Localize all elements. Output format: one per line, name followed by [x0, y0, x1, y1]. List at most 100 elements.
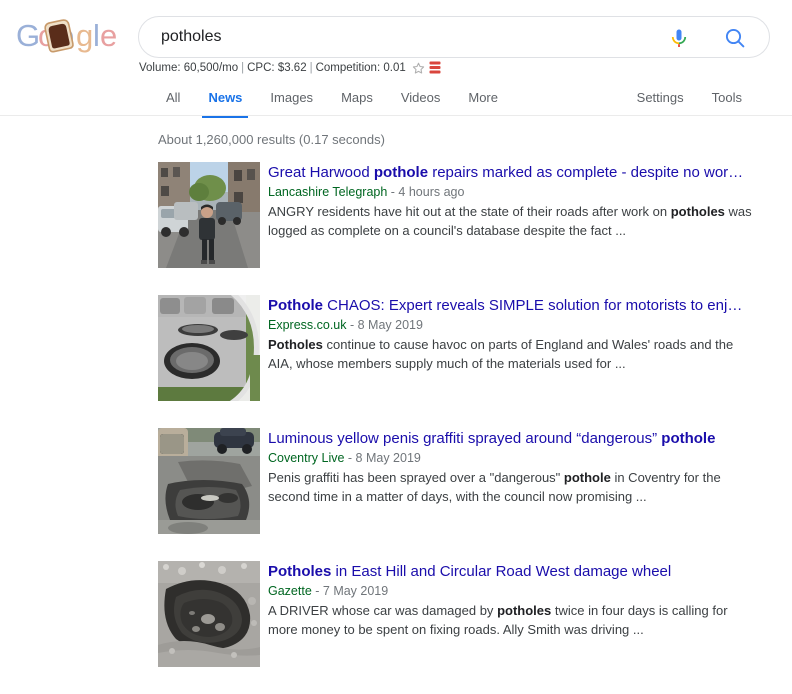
news-result-meta: Coventry Live - 8 May 2019 [268, 450, 752, 467]
news-result-meta: Express.co.uk - 8 May 2019 [268, 317, 752, 334]
volume-value: 60,500/mo [184, 61, 238, 75]
svg-text:G: G [16, 18, 40, 53]
result-stats: About 1,260,000 results (0.17 seconds) [158, 132, 385, 147]
snippet-part-pre: ANGRY residents have hit out at the stat… [268, 204, 671, 219]
thumbnail-street-with-person[interactable] [158, 162, 260, 268]
search-nav-tabs: All News Images Maps Videos More Setting… [0, 82, 792, 116]
search-input[interactable] [161, 17, 651, 57]
snippet-part-bold: pothole [564, 470, 611, 485]
snippet-part-bold: potholes [671, 204, 725, 219]
cpc-label: CPC: [247, 61, 274, 75]
news-result-item: Pothole CHAOS: Expert reveals SIMPLE sol… [0, 295, 792, 401]
title-part-post: CHAOS: Expert reveals SIMPLE solution fo… [323, 297, 742, 314]
thumbnail-potholed-road-lens[interactable] [158, 295, 260, 401]
tab-images[interactable]: Images [256, 82, 327, 114]
thumbnail-image-4 [158, 561, 260, 667]
tab-news-label: News [208, 90, 242, 105]
news-result-date-sep: - [387, 185, 398, 199]
volume-label: Volume: [139, 61, 181, 75]
tab-maps-label: Maps [341, 90, 373, 105]
news-results-list: Great Harwood pothole repairs marked as … [0, 162, 792, 694]
news-result-snippet: ANGRY residents have hit out at the stat… [268, 202, 752, 240]
header-divider [0, 115, 792, 116]
news-result-snippet: A DRIVER whose car was damaged by pothol… [268, 601, 752, 639]
snippet-part-post: continue to cause havoc on parts of Engl… [268, 337, 733, 371]
tools-label: Tools [712, 90, 742, 105]
tab-all[interactable]: All [152, 82, 194, 114]
thumbnail-image-1 [158, 162, 260, 268]
tab-videos-label: Videos [401, 90, 441, 105]
title-part-bold: pothole [661, 430, 715, 447]
news-result-text: Potholes in East Hill and Circular Road … [268, 561, 752, 667]
svg-text:e: e [100, 18, 117, 53]
title-part-pre: Luminous yellow penis graffiti sprayed a… [268, 430, 661, 447]
tab-images-label: Images [270, 90, 313, 105]
title-part-pre: Great Harwood [268, 164, 374, 181]
news-result-item: Luminous yellow penis graffiti sprayed a… [0, 428, 792, 534]
search-header: G o o g l e [0, 0, 792, 116]
news-result-date: 7 May 2019 [323, 584, 388, 598]
news-result-text: Luminous yellow penis graffiti sprayed a… [268, 428, 752, 534]
settings-button[interactable]: Settings [623, 82, 698, 114]
news-result-title[interactable]: Potholes in East Hill and Circular Road … [268, 562, 752, 582]
snippet-part-bold: Potholes [268, 337, 323, 352]
news-result-snippet: Penis graffiti has been sprayed over a "… [268, 468, 752, 506]
search-icon[interactable] [723, 26, 747, 50]
tab-more[interactable]: More [454, 82, 512, 114]
tab-maps[interactable]: Maps [327, 82, 387, 114]
bread-slice-doodle [44, 19, 74, 52]
cpc-value: $3.62 [278, 61, 307, 75]
thumbnail-large-pothole-closeup[interactable] [158, 561, 260, 667]
tools-button[interactable]: Tools [698, 82, 756, 114]
news-result-source: Express.co.uk [268, 318, 347, 332]
news-result-source: Coventry Live [268, 451, 344, 465]
database-stack-icon[interactable] [429, 61, 441, 75]
metrics-separator-2: | [310, 61, 313, 75]
news-result-date-sep: - [347, 318, 358, 332]
news-result-item: Great Harwood pothole repairs marked as … [0, 162, 792, 268]
search-box[interactable] [138, 16, 770, 58]
tab-videos[interactable]: Videos [387, 82, 455, 114]
google-logo-svg: G o o g l e [14, 14, 126, 58]
thumbnail-cars-on-broken-road[interactable] [158, 428, 260, 534]
thumbnail-image-2 [158, 295, 260, 401]
microphone-icon[interactable] [667, 26, 691, 50]
news-result-title[interactable]: Pothole CHAOS: Expert reveals SIMPLE sol… [268, 296, 752, 316]
news-result-meta: Gazette - 7 May 2019 [268, 583, 752, 600]
competition-value: 0.01 [383, 61, 405, 75]
news-result-text: Pothole CHAOS: Expert reveals SIMPLE sol… [268, 295, 752, 401]
title-part-bold: Pothole [268, 297, 323, 314]
svg-text:g: g [76, 18, 93, 53]
thumbnail-image-3 [158, 428, 260, 534]
nav-tabs-left: All News Images Maps Videos More [152, 82, 512, 114]
news-result-meta: Lancashire Telegraph - 4 hours ago [268, 184, 752, 201]
news-result-item: Potholes in East Hill and Circular Road … [0, 561, 792, 667]
news-result-date-sep: - [344, 451, 355, 465]
tab-more-label: More [468, 90, 498, 105]
svg-text:l: l [93, 18, 100, 53]
snippet-part-pre: Penis graffiti has been sprayed over a "… [268, 470, 564, 485]
keyword-metrics-bar: Volume: 60,500/mo | CPC: $3.62 | Competi… [139, 61, 441, 75]
news-result-date: 8 May 2019 [356, 451, 421, 465]
settings-label: Settings [637, 90, 684, 105]
news-result-snippet: Potholes continue to cause havoc on part… [268, 335, 752, 373]
title-part-post: repairs marked as complete - despite no … [428, 164, 743, 181]
snippet-part-bold: potholes [497, 603, 551, 618]
nav-tools-right: Settings Tools [623, 82, 756, 114]
star-outline-icon[interactable] [412, 62, 425, 75]
competition-label: Competition: [316, 61, 381, 75]
google-doodle-logo[interactable]: G o o g l e [14, 14, 126, 58]
news-result-date-sep: - [312, 584, 323, 598]
title-part-bold: Potholes [268, 563, 331, 580]
tab-news[interactable]: News [194, 82, 256, 114]
title-part-bold: pothole [374, 164, 428, 181]
news-result-title[interactable]: Luminous yellow penis graffiti sprayed a… [268, 429, 752, 449]
news-result-date: 8 May 2019 [358, 318, 423, 332]
news-result-date: 4 hours ago [398, 185, 464, 199]
news-result-source: Lancashire Telegraph [268, 185, 387, 199]
news-result-title[interactable]: Great Harwood pothole repairs marked as … [268, 163, 752, 183]
snippet-part-pre: A DRIVER whose car was damaged by [268, 603, 497, 618]
metrics-separator-1: | [241, 61, 244, 75]
news-result-source: Gazette [268, 584, 312, 598]
tab-all-label: All [166, 90, 180, 105]
